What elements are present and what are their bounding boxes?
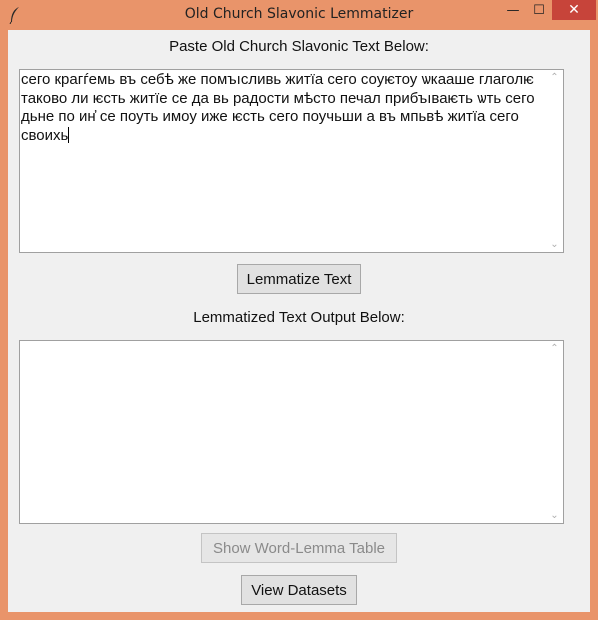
- minimize-icon: —: [506, 2, 520, 18]
- output-textarea[interactable]: ⌃ ⌄: [19, 340, 564, 524]
- close-icon: ✕: [568, 2, 580, 18]
- input-value: сего крагѓемь въ себѣ же помъıсливь житї…: [21, 71, 535, 144]
- output-label: Lemmatized Text Output Below:: [193, 309, 405, 326]
- input-label: Paste Old Church Slavonic Text Below:: [169, 38, 429, 55]
- input-scrollbar[interactable]: ⌃ ⌄: [546, 70, 563, 252]
- minimize-button[interactable]: —: [500, 0, 526, 20]
- text-caret: [68, 126, 70, 143]
- maximize-icon: ☐: [533, 2, 545, 18]
- title-bar[interactable]: Old Church Slavonic Lemmatizer — ☐ ✕: [0, 0, 598, 30]
- maximize-button[interactable]: ☐: [526, 0, 552, 20]
- scroll-up-icon[interactable]: ⌃: [546, 72, 563, 83]
- output-scrollbar[interactable]: ⌃ ⌄: [546, 341, 563, 523]
- scroll-down-icon[interactable]: ⌄: [546, 510, 563, 521]
- scroll-down-icon[interactable]: ⌄: [546, 239, 563, 250]
- client-area: Paste Old Church Slavonic Text Below: се…: [8, 30, 590, 612]
- lemmatize-button[interactable]: Lemmatize Text: [237, 264, 361, 294]
- close-button[interactable]: ✕: [552, 0, 596, 20]
- input-text: сего крагѓемь въ себѣ же помъıсливь житї…: [21, 71, 549, 145]
- view-datasets-button[interactable]: View Datasets: [241, 575, 357, 605]
- scroll-up-icon[interactable]: ⌃: [546, 343, 563, 354]
- input-textarea[interactable]: сего крагѓемь въ себѣ же помъıсливь житї…: [19, 69, 564, 253]
- app-window: Old Church Slavonic Lemmatizer — ☐ ✕ Pas…: [0, 0, 598, 620]
- show-word-lemma-table-button[interactable]: Show Word-Lemma Table: [201, 533, 397, 563]
